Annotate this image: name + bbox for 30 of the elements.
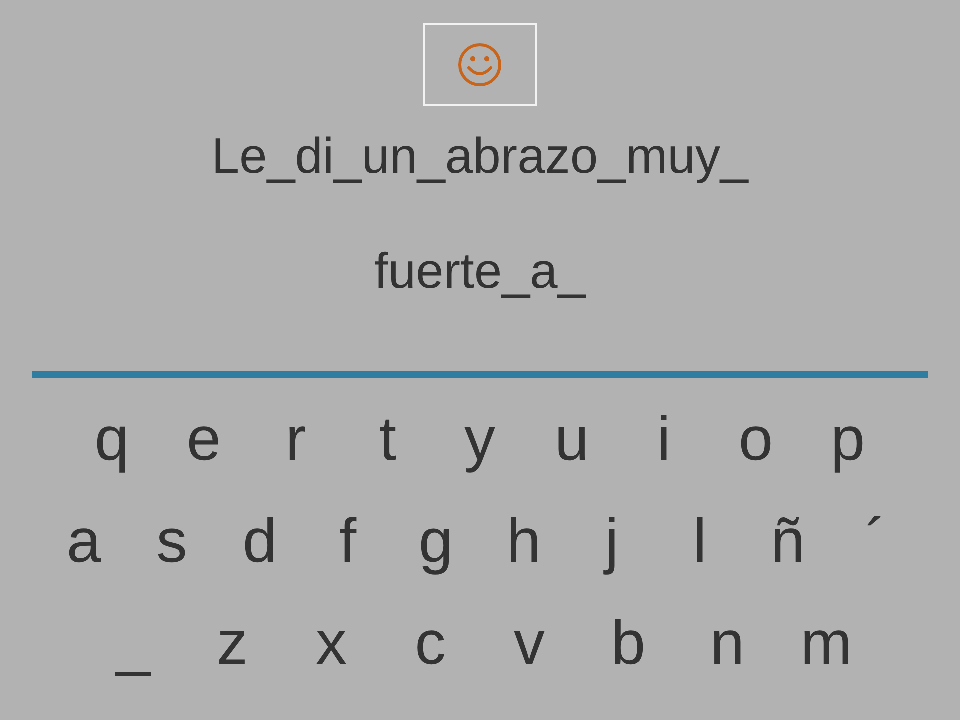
letter-key[interactable]: ñ (744, 508, 832, 576)
letter-key[interactable]: g (392, 508, 480, 576)
letter-key[interactable]: r (250, 406, 342, 474)
letter-key[interactable]: ´ (832, 508, 920, 576)
sentence-text: Le_di_un_abrazo_muy_ (212, 127, 748, 186)
letter-key[interactable]: s (128, 508, 216, 576)
letter-key[interactable]: q (66, 406, 158, 474)
letter-key[interactable]: p (802, 406, 894, 474)
letter-key[interactable]: u (526, 406, 618, 474)
letter-key[interactable]: y (434, 406, 526, 474)
letter-key[interactable]: v (480, 610, 579, 679)
letter-key[interactable]: _ (84, 610, 183, 679)
letter-key[interactable]: i (618, 406, 710, 474)
letter-key[interactable]: j (568, 508, 656, 576)
letter-key[interactable]: l (656, 508, 744, 576)
letter-key[interactable]: x (282, 610, 381, 679)
letter-key[interactable]: e (158, 406, 250, 474)
smiley-icon (457, 42, 503, 88)
letter-key[interactable]: o (710, 406, 802, 474)
letter-key[interactable]: m (777, 610, 876, 679)
letter-key[interactable]: b (579, 610, 678, 679)
letter-key[interactable]: d (216, 508, 304, 576)
letter-key[interactable]: h (480, 508, 568, 576)
letter-key[interactable]: t (342, 406, 434, 474)
letter-key[interactable]: a (40, 508, 128, 576)
letter-key[interactable]: c (381, 610, 480, 679)
letter-key[interactable]: n (678, 610, 777, 679)
letter-key[interactable]: f (304, 508, 392, 576)
sentence-text: fuerte_a_ (374, 242, 586, 301)
letter-key[interactable]: z (183, 610, 282, 679)
